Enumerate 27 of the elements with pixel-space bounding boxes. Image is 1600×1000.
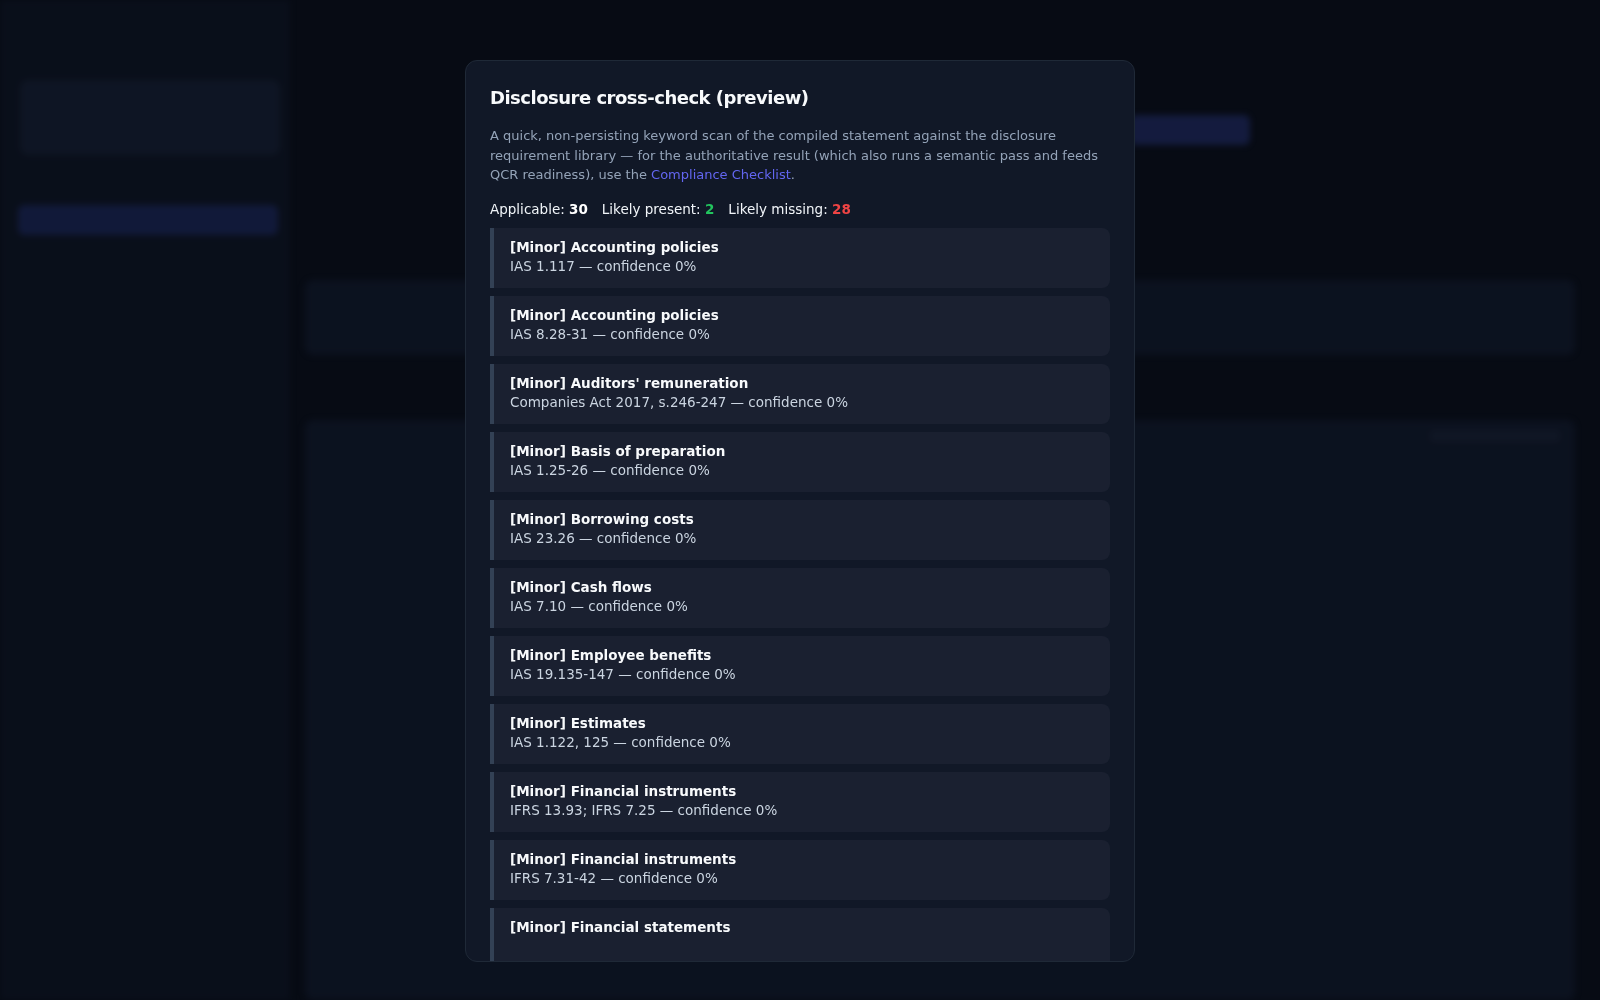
requirement-detail: IAS 1.25-26 — confidence 0%	[510, 460, 711, 480]
requirement-title: [Minor] Basis of preparation	[510, 441, 727, 461]
requirement-detail: Companies Act 2017, s.246-247 — confidence 0%	[510, 392, 849, 412]
requirement-title: [Minor] Auditors' remuneration	[510, 373, 750, 393]
requirement-detail: IFRS 13.93; IFRS 7.25 — confidence 0%	[510, 800, 779, 820]
requirement-title: [Minor] Financial instruments	[510, 781, 738, 801]
requirement-title: [Minor] Accounting policies	[510, 305, 720, 325]
requirement-title: [Minor] Cash flows	[510, 577, 653, 597]
dialog-title: Disclosure cross-check (preview)	[490, 87, 810, 108]
requirement-detail: IAS 1.117 — confidence 0%	[510, 256, 698, 276]
requirement-detail: IAS 1.122, 125 — confidence 0%	[510, 732, 732, 752]
requirement-detail: IAS 8.28-31 — confidence 0%	[510, 324, 711, 344]
dialog-description: A quick, non-persisting keyword scan of the compiled statement against the disclosure requirement library — for the authoritative result (which also runs a semantic pass and feeds QCR readiness), use the Compliance Checklist.	[490, 127, 1099, 184]
requirement-title: [Minor] Borrowing costs	[510, 509, 695, 529]
stat-text: Likely present: 2	[601, 200, 715, 217]
requirement-detail: IFRS 7.31-42 — confidence 0%	[510, 868, 719, 888]
requirement-title: [Minor] Financial instruments	[510, 849, 738, 869]
requirement-detail: IAS 23.26 — confidence 0%	[510, 528, 698, 548]
requirement-detail: IAS 19.135-147 — confidence 0%	[510, 664, 737, 684]
requirement-title: [Minor] Accounting policies	[510, 237, 720, 257]
requirement-title: [Minor] Employee benefits	[510, 645, 713, 665]
requirement-title: [Minor] Financial statements	[510, 917, 732, 937]
requirement-detail: IAS 7.10 — confidence 0%	[510, 596, 689, 616]
stat-text: Likely missing: 28	[728, 200, 851, 217]
requirement-title: [Minor] Estimates	[510, 713, 647, 733]
compliance-checklist-link[interactable]: Compliance Checklist	[651, 167, 791, 182]
stat-text: Applicable: 30	[490, 200, 588, 217]
